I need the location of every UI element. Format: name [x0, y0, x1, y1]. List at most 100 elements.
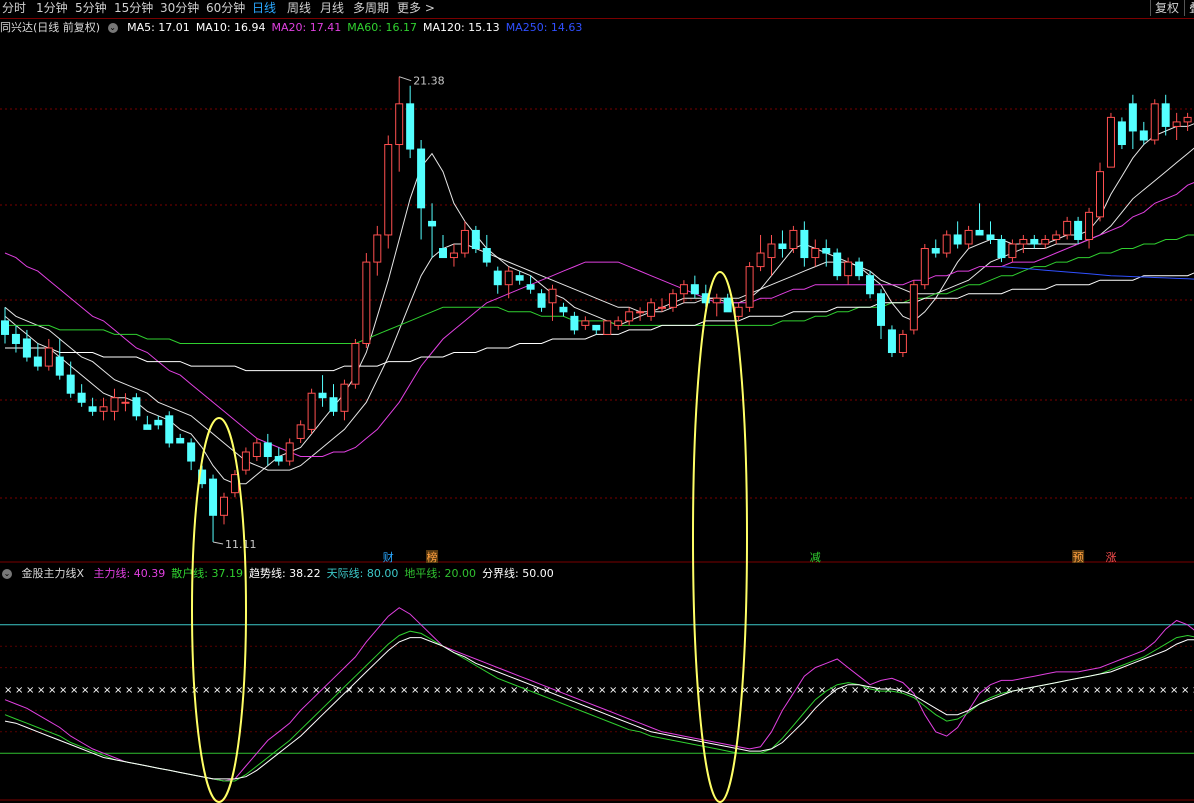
candle-body: [1052, 234, 1061, 240]
boundary-mark: ×: [389, 685, 397, 696]
candle-body: [855, 261, 864, 277]
candle-body: [187, 442, 196, 462]
highlight-ellipse: [692, 271, 748, 803]
highlight-ellipse: [191, 417, 247, 803]
boundary-mark: ×: [1159, 685, 1167, 696]
candle-body: [909, 284, 918, 331]
boundary-mark: ×: [411, 685, 419, 696]
boundary-mark: ×: [1005, 685, 1013, 696]
boundary-mark: ×: [290, 685, 298, 696]
boundary-mark: ×: [587, 685, 595, 696]
boundary-mark: ×: [620, 685, 628, 696]
boundary-mark: ×: [675, 685, 683, 696]
boundary-mark: ×: [499, 685, 507, 696]
candle-body: [570, 315, 579, 331]
candle-body: [1139, 130, 1148, 141]
boundary-mark: ×: [169, 685, 177, 696]
boundary-mark: ×: [312, 685, 320, 696]
boundary-mark: ×: [125, 685, 133, 696]
candle-body: [252, 442, 261, 458]
boundary-mark: ×: [37, 685, 45, 696]
boundary-mark: ×: [664, 685, 672, 696]
candle-body: [942, 234, 951, 254]
boundary-mark: ×: [1137, 685, 1145, 696]
candle-body: [121, 401, 130, 404]
boundary-mark: ×: [92, 685, 100, 696]
candle-body: [592, 324, 601, 331]
candle-body: [99, 406, 108, 412]
candle-body: [329, 397, 338, 412]
candle-body: [866, 275, 875, 295]
candle-body: [1161, 103, 1170, 127]
boundary-mark: ×: [631, 685, 639, 696]
boundary-mark: ×: [114, 685, 122, 696]
candle-body: [132, 397, 141, 417]
candle-body: [318, 392, 327, 399]
candle-body: [811, 248, 820, 259]
candle-body: [274, 456, 283, 462]
boundary-mark: ×: [1170, 685, 1178, 696]
candle-body: [822, 248, 831, 254]
candle-body: [712, 297, 721, 304]
candle-body: [1106, 116, 1115, 168]
boundary-mark: ×: [235, 685, 243, 696]
event-tag: 涨: [1105, 551, 1116, 564]
candle-body: [11, 333, 20, 344]
candle-body: [384, 144, 393, 236]
boundary-mark: ×: [708, 685, 716, 696]
candle-body: [1008, 243, 1017, 259]
event-tag: 预: [1073, 551, 1084, 564]
low-label: 11.11: [225, 538, 256, 551]
boundary-mark: ×: [686, 685, 694, 696]
candle-body: [1041, 238, 1050, 245]
candle-body: [449, 252, 458, 259]
boundary-mark: ×: [1038, 685, 1046, 696]
candle-body: [964, 229, 973, 245]
candle-body: [44, 347, 53, 367]
candle-body: [22, 338, 31, 358]
boundary-mark: ×: [268, 685, 276, 696]
boundary-mark: ×: [158, 685, 166, 696]
candle-body: [351, 342, 360, 385]
boundary-mark: ×: [4, 685, 12, 696]
boundary-mark: ×: [928, 685, 936, 696]
candle-body: [428, 220, 437, 227]
candle-body: [1085, 211, 1094, 240]
boundary-mark: ×: [26, 685, 34, 696]
boundary-mark: ×: [147, 685, 155, 696]
candle-body: [1183, 116, 1192, 123]
candle-body: [778, 243, 787, 250]
candle-body: [340, 383, 349, 412]
candle-body: [887, 329, 896, 354]
candle-body: [165, 415, 174, 444]
boundary-mark: ×: [279, 685, 287, 696]
candle-body: [285, 442, 294, 462]
chart-canvas: 21.3811.11财榜减预涨× × × × × × × × × × × × × × × × × × × × × × × × ×…: [0, 75, 1194, 803]
ma-line-ma10: [4, 147, 1194, 471]
boundary-mark: ×: [609, 685, 617, 696]
candle-body: [636, 311, 645, 314]
boundary-mark: ×: [213, 685, 221, 696]
boundary-mark: ×: [576, 685, 584, 696]
boundary-mark: ×: [81, 685, 89, 696]
boundary-mark: ×: [345, 685, 353, 696]
boundary-mark: ×: [136, 685, 144, 696]
boundary-mark: ×: [378, 685, 386, 696]
boundary-mark: ×: [59, 685, 67, 696]
candle-body: [154, 419, 163, 426]
boundary-mark: ×: [939, 685, 947, 696]
candle-body: [504, 270, 513, 286]
high-label: 21.38: [413, 75, 445, 88]
boundary-mark: ×: [224, 685, 232, 696]
candle-body: [1030, 238, 1039, 245]
candle-body: [833, 252, 842, 277]
event-tag: 财: [383, 550, 394, 564]
boundary-mark: ×: [1181, 685, 1189, 696]
candle-body: [241, 451, 250, 471]
candle-body: [439, 248, 447, 259]
candle-body: [975, 229, 984, 236]
candle-body: [1019, 238, 1028, 245]
boundary-mark: ×: [961, 685, 969, 696]
boundary-mark: ×: [774, 685, 782, 696]
event-tag: 减: [810, 551, 821, 564]
